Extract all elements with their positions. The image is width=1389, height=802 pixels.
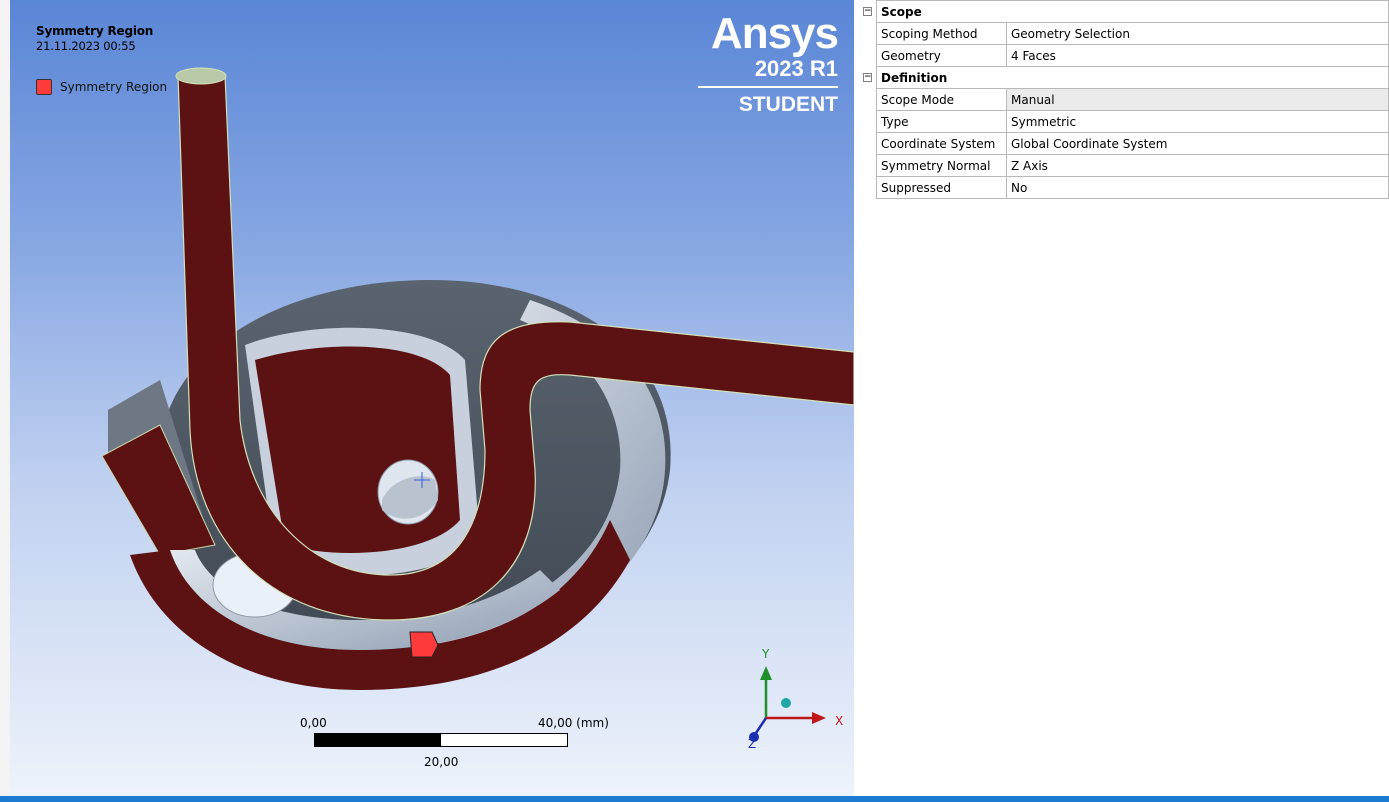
section-header-definition[interactable]: − Definition (863, 66, 1389, 89)
collapse-toggle-icon[interactable]: − (863, 73, 872, 82)
legend: Symmetry Region (36, 79, 167, 95)
property-key: Scope Mode (876, 88, 1007, 111)
section-header-cell[interactable]: − Definition (863, 66, 1389, 89)
collapse-toggle-icon[interactable]: − (863, 7, 872, 16)
logo-edition: STUDENT (738, 93, 838, 116)
status-bar (0, 796, 1389, 802)
property-value[interactable]: 4 Faces (1006, 44, 1389, 67)
scale-start-label: 0,00 (300, 716, 327, 730)
scale-end-label: 40,00 (mm) (538, 716, 609, 730)
property-key: Coordinate System (876, 132, 1007, 155)
logo-wordmark: Ansys (710, 9, 839, 58)
triad-iso-ball (781, 698, 791, 708)
section-header-scope[interactable]: − Scope (863, 0, 1389, 23)
scale-bar-box (314, 733, 568, 747)
property-value[interactable]: Z Axis (1006, 154, 1389, 177)
section-label: Definition (881, 70, 948, 85)
scale-bar-fill (315, 734, 441, 746)
property-key: Symmetry Normal (876, 154, 1007, 177)
graphics-viewport[interactable]: Symmetry Region 21.11.2023 00:55 Symmetr… (10, 0, 854, 796)
scale-bar: 0,00 40,00 (mm) 20,00 (300, 716, 630, 776)
strip-top-cap (175, 67, 227, 85)
viewport-title: Symmetry Region (36, 24, 154, 38)
property-row[interactable]: Symmetry Normal Z Axis (876, 154, 1389, 177)
section-label: Scope (881, 4, 922, 19)
property-key: Suppressed (876, 176, 1007, 199)
symmetry-region-marker[interactable] (409, 631, 439, 658)
cavity-floor (255, 346, 460, 553)
details-panel: − Scope Scoping Method Geometry Selection Ge… (860, 0, 1389, 796)
legend-label: Symmetry Region (60, 80, 168, 94)
axis-triad[interactable]: Y X Z (734, 640, 854, 750)
property-row[interactable]: Coordinate System Global Coordinate Syste… (876, 132, 1389, 155)
x-axis-arrow (812, 712, 826, 724)
section-header-cell[interactable]: − Scope (863, 0, 1389, 23)
property-value[interactable]: No (1006, 176, 1389, 199)
z-axis-label: Z (748, 737, 756, 750)
x-axis-label: X (835, 714, 843, 728)
geometry-model[interactable] (10, 0, 854, 796)
property-row[interactable]: Geometry 4 Faces (876, 44, 1389, 67)
property-row[interactable]: Suppressed No (876, 176, 1389, 199)
property-value[interactable]: Symmetric (1006, 110, 1389, 133)
property-key: Geometry (876, 44, 1007, 67)
ansys-logo: Ansys 2023 R1 STUDENT (698, 9, 839, 116)
property-value[interactable]: Geometry Selection (1006, 22, 1389, 45)
y-axis-label: Y (761, 647, 770, 661)
legend-swatch (36, 79, 52, 95)
property-key: Type (876, 110, 1007, 133)
logo-version: 2023 R1 (754, 56, 838, 81)
y-axis-arrow (760, 666, 772, 680)
property-value[interactable]: Manual (1006, 88, 1389, 111)
property-row[interactable]: Type Symmetric (876, 110, 1389, 133)
scale-mid-label: 20,00 (424, 755, 459, 769)
property-row[interactable]: Scope Mode Manual (876, 88, 1389, 111)
logo-divider (698, 86, 838, 88)
viewport-timestamp: 21.11.2023 00:55 (36, 39, 136, 53)
property-key: Scoping Method (876, 22, 1007, 45)
property-value[interactable]: Global Coordinate System (1006, 132, 1389, 155)
details-grid: − Scope Scoping Method Geometry Selection Ge… (863, 0, 1389, 199)
property-row[interactable]: Scoping Method Geometry Selection (876, 22, 1389, 45)
